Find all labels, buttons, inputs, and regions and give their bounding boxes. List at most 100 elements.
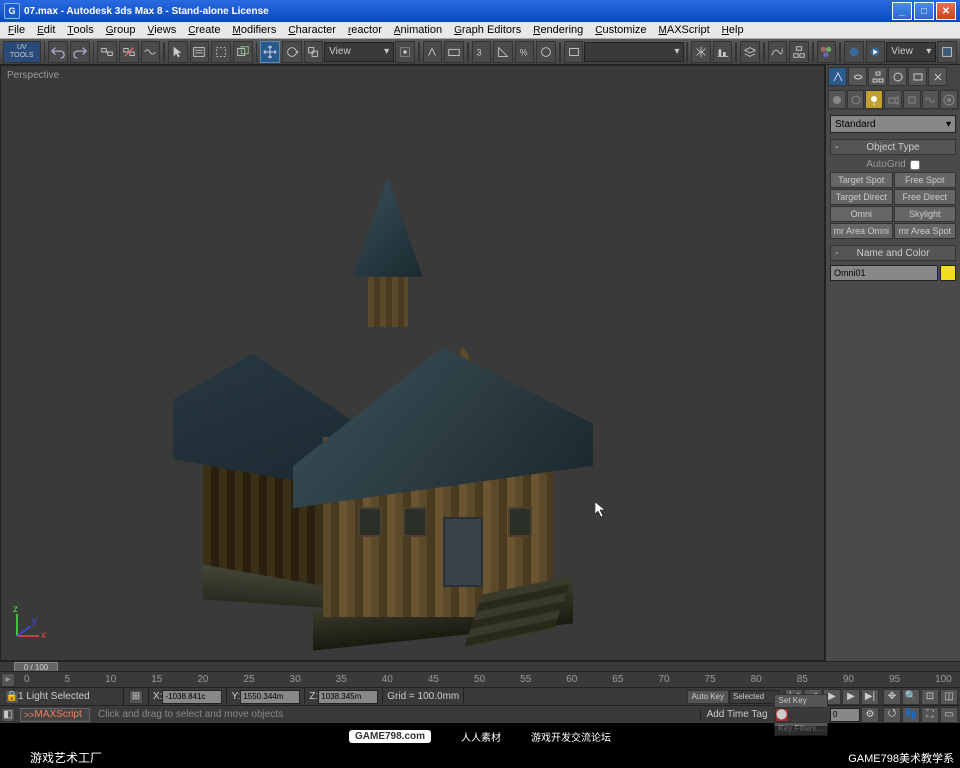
bind-space-warp-button[interactable]	[141, 41, 161, 63]
helpers-subtab[interactable]	[903, 90, 921, 109]
object-name-input[interactable]: Omni01	[830, 265, 938, 281]
maxscript-listener-button[interactable]: >> MAXScript	[20, 708, 90, 722]
render-type-dropdown[interactable]: View▾	[886, 42, 936, 62]
minimize-button[interactable]: _	[892, 2, 912, 20]
align-button[interactable]	[713, 41, 733, 63]
menu-rendering[interactable]: Rendering	[529, 24, 587, 36]
schematic-view-button[interactable]	[789, 41, 809, 63]
objtype-target-spot[interactable]: Target Spot	[830, 172, 893, 188]
x-coord-input[interactable]: -1038.841c	[162, 690, 222, 704]
ref-coord-dropdown[interactable]: View▾	[324, 42, 394, 62]
autokey-button[interactable]: Auto Key	[687, 690, 729, 704]
material-editor-button[interactable]	[817, 41, 837, 63]
current-frame-input[interactable]: 0	[830, 708, 860, 722]
nav-zoom-button[interactable]: 🔍	[902, 689, 920, 705]
objtype-mr-area-spot[interactable]: mr Area Spot	[894, 223, 957, 239]
objtype-omni[interactable]: Omni	[830, 206, 893, 222]
keyboard-shortcut-button[interactable]	[444, 41, 464, 63]
objtype-mr-area-omni[interactable]: mr Area Omni	[830, 223, 893, 239]
nav-orbit-button[interactable]: ⭯	[883, 707, 901, 723]
spacewarps-subtab[interactable]	[922, 90, 940, 109]
layers-button[interactable]	[740, 41, 760, 63]
menu-tools[interactable]: Tools	[63, 24, 97, 36]
menu-modifiers[interactable]: Modifiers	[229, 24, 281, 36]
key-big-button[interactable]: ⬤	[775, 708, 789, 722]
percent-snap-button[interactable]: %	[515, 41, 535, 63]
time-config-button[interactable]: ⚙	[861, 707, 879, 723]
menu-customize[interactable]: Customize	[591, 24, 650, 36]
close-button[interactable]: ✕	[936, 2, 956, 20]
uv-tools-button[interactable]: UVTOOLS	[3, 41, 41, 63]
goto-end-button[interactable]: ▶|	[861, 689, 879, 705]
nav-maximize-button[interactable]: ⛶	[921, 707, 939, 723]
time-tag[interactable]: Add Time Tag	[700, 709, 774, 720]
time-slider[interactable]: 0 / 100	[0, 661, 960, 671]
menu-animation[interactable]: Animation	[390, 24, 446, 36]
undo-button[interactable]	[48, 41, 68, 63]
nav-pan-button[interactable]: ✥	[883, 689, 901, 705]
select-by-name-button[interactable]	[190, 41, 210, 63]
unlink-button[interactable]	[119, 41, 139, 63]
select-move-button[interactable]	[260, 41, 280, 63]
nav-walk-button[interactable]: 👣	[902, 707, 920, 723]
curve-editor-button[interactable]	[768, 41, 788, 63]
pivot-button[interactable]	[395, 41, 415, 63]
next-frame-button[interactable]: ▶	[842, 689, 860, 705]
manipulate-button[interactable]	[423, 41, 443, 63]
systems-subtab[interactable]	[940, 90, 958, 109]
spinner-snap-button[interactable]	[536, 41, 556, 63]
window-crossing-button[interactable]	[233, 41, 253, 63]
objtype-target-direct[interactable]: Target Direct	[830, 189, 893, 205]
maxscript-mini-button[interactable]: ◧	[1, 708, 15, 722]
link-button[interactable]	[97, 41, 117, 63]
motion-tab[interactable]	[888, 67, 907, 86]
y-coord-input[interactable]: 1550.344m	[240, 690, 300, 704]
nav-zoom-all-button[interactable]: ⊡	[921, 689, 939, 705]
autogrid-checkbox[interactable]	[910, 160, 920, 170]
category-dropdown[interactable]: Standard▾	[830, 115, 956, 133]
geometry-subtab[interactable]	[828, 90, 846, 109]
shapes-subtab[interactable]	[847, 90, 865, 109]
menu-help[interactable]: Help	[718, 24, 748, 36]
select-scale-button[interactable]	[304, 41, 324, 63]
setkey-button[interactable]: Set Key	[774, 694, 828, 708]
select-button[interactable]	[168, 41, 188, 63]
display-tab[interactable]	[908, 67, 927, 86]
mirror-button[interactable]	[691, 41, 711, 63]
cameras-subtab[interactable]	[884, 90, 902, 109]
named-selection-dropdown[interactable]: ▾	[584, 42, 684, 62]
select-rotate-button[interactable]	[282, 41, 302, 63]
snap-toggle-button[interactable]: 3	[472, 41, 492, 63]
menu-graph editors[interactable]: Graph Editors	[450, 24, 525, 36]
select-region-button[interactable]	[211, 41, 231, 63]
redo-button[interactable]	[70, 41, 90, 63]
transform-type-in-button[interactable]: ⊞	[129, 690, 143, 704]
nav-fov-button[interactable]: ◫	[940, 689, 958, 705]
object-type-rollout[interactable]: -Object Type	[830, 139, 956, 155]
objtype-free-direct[interactable]: Free Direct	[894, 189, 957, 205]
object-color-swatch[interactable]	[940, 265, 956, 281]
menu-create[interactable]: Create	[184, 24, 224, 36]
render-last-button[interactable]	[937, 41, 957, 63]
maximize-button[interactable]: □	[914, 2, 934, 20]
angle-snap-button[interactable]	[493, 41, 513, 63]
objtype-free-spot[interactable]: Free Spot	[894, 172, 957, 188]
menu-character[interactable]: Character	[284, 24, 340, 36]
render-scene-button[interactable]	[844, 41, 864, 63]
name-color-rollout[interactable]: -Name and Color	[830, 245, 956, 261]
named-selection-button[interactable]	[564, 41, 584, 63]
quick-render-button[interactable]	[866, 41, 886, 63]
perspective-viewport[interactable]: Perspective z x y	[0, 65, 825, 661]
menu-reactor[interactable]: reactor	[344, 24, 386, 36]
utilities-tab[interactable]	[928, 67, 947, 86]
menu-maxscript[interactable]: MAXScript	[655, 24, 714, 36]
create-tab[interactable]	[828, 67, 847, 86]
nav-region-button[interactable]: ▭	[940, 707, 958, 723]
menu-file[interactable]: File	[4, 24, 29, 36]
trackbar-toggle-button[interactable]: ▸	[1, 673, 15, 687]
hierarchy-tab[interactable]	[868, 67, 887, 86]
z-coord-input[interactable]: 1038.345m	[318, 690, 378, 704]
lights-subtab[interactable]	[865, 90, 883, 109]
keymode-dropdown[interactable]: Selected	[729, 690, 779, 704]
objtype-skylight[interactable]: Skylight	[894, 206, 957, 222]
